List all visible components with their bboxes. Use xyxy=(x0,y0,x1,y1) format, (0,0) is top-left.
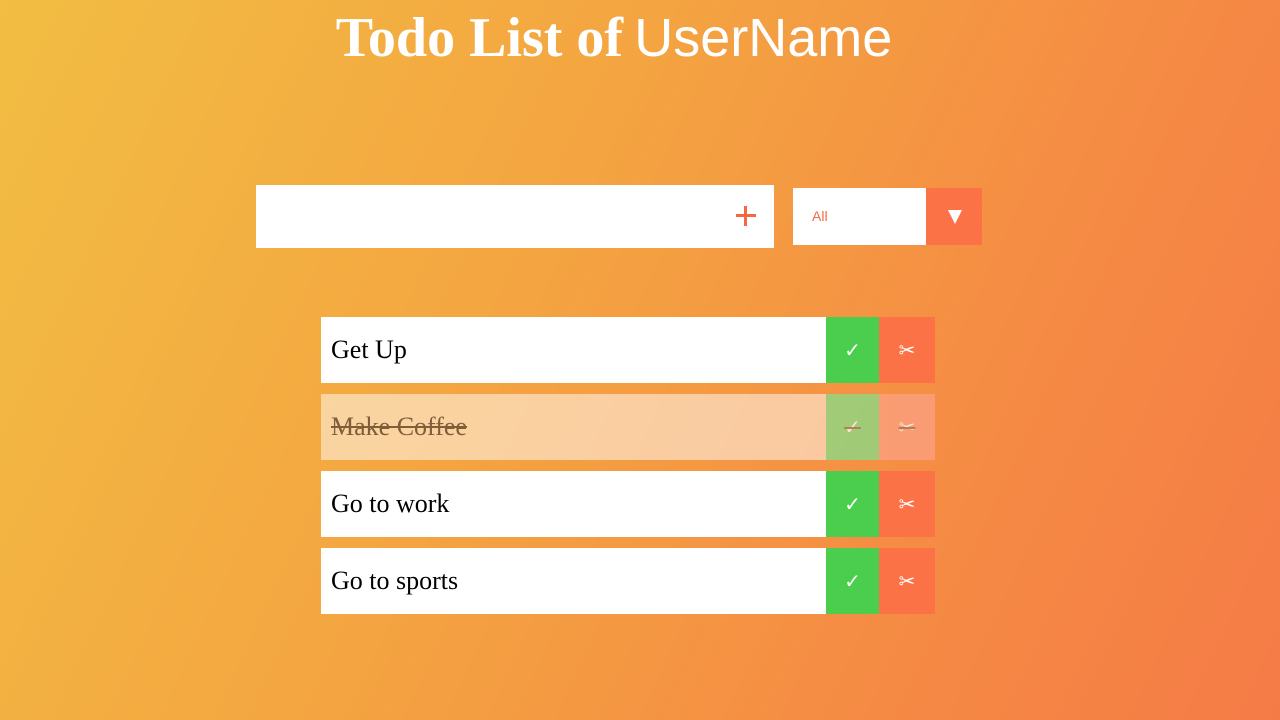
todo-item: Go to sports ✓ ✂ xyxy=(321,548,935,614)
title-username: UserName xyxy=(634,8,893,68)
check-icon: ✓ xyxy=(844,492,861,516)
scissors-icon: ✂ xyxy=(898,338,916,362)
todo-text: Get Up xyxy=(331,335,407,364)
todo-text: Go to sports xyxy=(331,566,459,595)
page-title: Todo List of UserName xyxy=(0,6,1228,77)
title-prefix: Todo List of xyxy=(335,7,624,69)
complete-button[interactable]: ✓ xyxy=(826,317,879,383)
complete-button[interactable]: ✓ xyxy=(826,548,879,614)
complete-button[interactable]: ✓ xyxy=(826,394,879,460)
triangle-down-icon xyxy=(948,210,962,224)
todo-text: Make Coffee xyxy=(331,412,467,441)
delete-button[interactable]: ✂ xyxy=(879,471,935,537)
scissors-icon: ✂ xyxy=(898,492,916,516)
delete-button[interactable]: ✂ xyxy=(879,548,935,614)
todo-text: Go to work xyxy=(331,489,450,518)
scissors-icon: ✂ xyxy=(898,415,916,439)
todo-item: Go to work ✓ ✂ xyxy=(321,471,935,537)
check-icon: ✓ xyxy=(844,415,861,439)
filter-selected-value: All xyxy=(812,208,828,224)
plus-icon xyxy=(736,206,756,226)
filter-dropdown-button[interactable] xyxy=(926,188,982,245)
scissors-icon: ✂ xyxy=(898,569,916,593)
add-todo-form xyxy=(256,185,774,248)
add-todo-button[interactable] xyxy=(718,185,774,248)
filter-select[interactable]: All xyxy=(793,188,982,245)
delete-button[interactable]: ✂ xyxy=(879,394,935,460)
todo-item: Get Up ✓ ✂ xyxy=(321,317,935,383)
todo-item: Make Coffee ✓ ✂ xyxy=(321,394,935,460)
todo-input[interactable] xyxy=(256,185,716,248)
check-icon: ✓ xyxy=(844,338,861,362)
check-icon: ✓ xyxy=(844,569,861,593)
complete-button[interactable]: ✓ xyxy=(826,471,879,537)
delete-button[interactable]: ✂ xyxy=(879,317,935,383)
todo-list: Get Up ✓ ✂ Make Coffee ✓ ✂ Go to work ✓ … xyxy=(321,317,935,625)
